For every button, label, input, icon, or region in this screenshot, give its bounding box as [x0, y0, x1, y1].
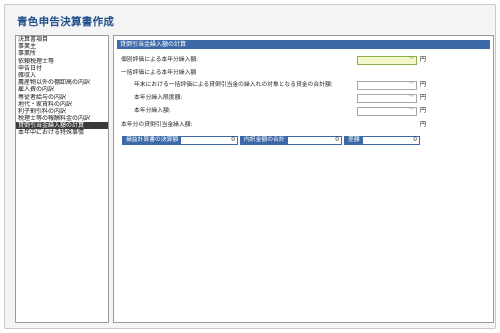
chevron-down-icon[interactable]: ﹀: [408, 108, 415, 115]
sidebar-item-bad-debt-allowance[interactable]: 貸倒引当金繰入額の計算: [16, 122, 108, 130]
sidebar-item-interest-breakdown[interactable]: 利子割引料の内訳: [16, 108, 108, 115]
summary-income-statement: 損益計算書の決算額 0: [122, 136, 238, 145]
bulk-limit-label: 本年分繰入限度額:: [134, 95, 183, 101]
bulk-target-label: 年末における一括評価による貸倒引当金の繰入れの対象となる貸金の合計額:: [134, 82, 333, 88]
bulk-amount-label: 本年分繰入額:: [134, 108, 171, 114]
sidebar-item-special-circumstances[interactable]: 本年中における特殊事情: [16, 129, 108, 136]
total-label: 本年分の貸倒引当金繰入額:: [121, 122, 193, 128]
summary-breakdown-total-label: 内訳金額の合計: [241, 137, 288, 144]
yen-unit: 円: [420, 107, 427, 114]
summary-income-statement-label: 損益計算書の決算額: [123, 137, 182, 144]
sidebar-item-filing-date[interactable]: 申告日付: [16, 65, 108, 72]
chevron-down-icon[interactable]: ﹀: [408, 82, 415, 89]
sidebar-item-accountant-fees[interactable]: 税理士等の報酬料金の内訳: [16, 115, 108, 122]
chevron-down-icon[interactable]: ﹀: [408, 95, 415, 102]
sidebar-item-tax-accountant[interactable]: 依頼税理士等: [16, 58, 108, 65]
summary-difference-value: 0: [413, 137, 417, 143]
bulk-limit-combo[interactable]: ﹀: [357, 94, 417, 103]
yen-unit: 円: [420, 81, 427, 88]
yen-unit: 円: [420, 94, 427, 101]
summary-income-statement-value: 0: [231, 137, 235, 143]
summary-difference-label: 差額: [345, 137, 363, 144]
individual-label: 個別評価による本年分繰入額:: [121, 57, 199, 63]
yen-unit: 円: [420, 121, 427, 128]
sidebar-item-family-salaries[interactable]: 専従者給与の内訳: [16, 94, 108, 101]
bulk-target-combo[interactable]: ﹀: [357, 81, 417, 90]
app-window: 青色申告決算書作成 決算書項目 事業主 事業所 依頼税理士等 申告日付 雑収入 …: [4, 4, 496, 329]
sidebar-item-business-office[interactable]: 事業所: [16, 50, 108, 57]
bulk-heading: 一括評価による本年分繰入額: [121, 70, 197, 76]
main-panel: 貸倒引当金繰入額の計算 個別評価による本年分繰入額: ﹀ 円 一括評価による本年…: [113, 35, 494, 323]
individual-amount-combo[interactable]: ﹀: [357, 56, 417, 65]
sidebar-item-settlement-items[interactable]: 決算書項目: [16, 36, 108, 43]
summary-breakdown-total: 内訳金額の合計 0: [240, 136, 342, 145]
summary-breakdown-total-value: 0: [335, 137, 339, 143]
sidebar-item-rent-breakdown[interactable]: 地代・家賃料の内訳: [16, 101, 108, 108]
sidebar-item-misc-income[interactable]: 雑収入: [16, 72, 108, 79]
section-title: 貸倒引当金繰入額の計算: [117, 40, 490, 49]
sidebar-item-business-owner[interactable]: 事業主: [16, 43, 108, 50]
app-title: 青色申告決算書作成: [17, 16, 115, 28]
yen-unit: 円: [420, 56, 427, 63]
chevron-down-icon[interactable]: ﹀: [408, 57, 415, 64]
sidebar-item-inventory-breakdown[interactable]: 農産物以外の棚卸高の内訳: [16, 79, 108, 86]
bulk-amount-combo[interactable]: ﹀: [357, 107, 417, 116]
summary-difference: 差額 0: [344, 136, 420, 145]
sidebar-item-employee-wages[interactable]: 雇人費の内訳: [16, 86, 108, 93]
sidebar-nav[interactable]: 決算書項目 事業主 事業所 依頼税理士等 申告日付 雑収入 農産物以外の棚卸高の…: [15, 35, 109, 323]
